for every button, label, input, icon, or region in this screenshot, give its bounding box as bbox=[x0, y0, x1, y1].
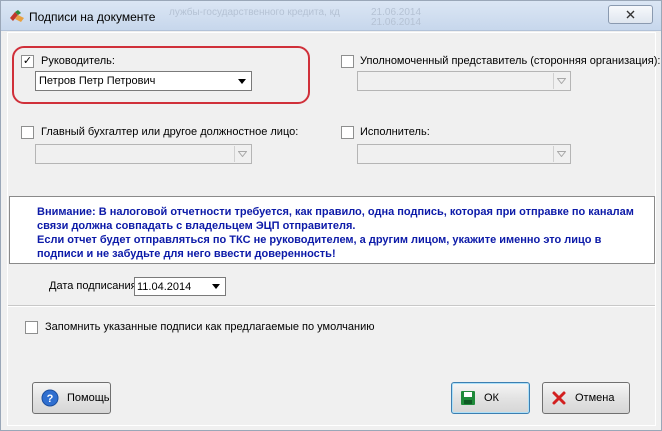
chevron-down-icon[interactable] bbox=[208, 279, 224, 294]
accountant-label: Главный бухгалтер или другое должностное… bbox=[41, 126, 299, 138]
background-window-text: лужбы-государственного кредита, кд bbox=[169, 7, 340, 18]
divider bbox=[8, 305, 655, 307]
ok-button[interactable]: ОК bbox=[451, 382, 530, 414]
executor-select[interactable] bbox=[357, 144, 571, 164]
warning-line: Если отчет будет отправляться по ТКС не … bbox=[37, 234, 602, 246]
executor-label: Исполнитель: bbox=[360, 126, 430, 138]
cancel-button-label: Отмена bbox=[575, 392, 615, 404]
signing-date-picker[interactable]: 11.04.2014 bbox=[134, 277, 226, 296]
chevron-down-icon[interactable] bbox=[234, 73, 250, 89]
background-window-text: 21.06.2014 bbox=[371, 17, 422, 28]
dialog-content: ✓ Руководитель: Петров Петр Петрович Упо… bbox=[7, 32, 660, 426]
ok-button-label: ОК bbox=[484, 392, 499, 404]
signatures-dialog: Подписи на документе лужбы-государственн… bbox=[0, 0, 662, 431]
title-bar[interactable]: Подписи на документе лужбы-государственн… bbox=[1, 1, 661, 31]
executor-checkbox[interactable] bbox=[341, 126, 354, 139]
close-icon bbox=[626, 10, 635, 19]
x-icon bbox=[552, 391, 566, 405]
representative-label: Уполномоченный представитель (сторонняя … bbox=[360, 55, 661, 67]
help-button[interactable]: ? Помощь bbox=[32, 382, 111, 414]
representative-checkbox[interactable] bbox=[341, 55, 354, 68]
remember-checkbox[interactable] bbox=[25, 321, 38, 334]
head-select-value: Петров Петр Петрович bbox=[39, 75, 156, 87]
head-checkbox[interactable]: ✓ bbox=[21, 55, 34, 68]
warning-line: подписи и не забудьте для него ввести до… bbox=[37, 248, 336, 260]
warning-line: связи должна совпадать с владельцем ЭЦП … bbox=[37, 220, 356, 232]
chevron-down-icon bbox=[234, 146, 250, 162]
help-icon: ? bbox=[41, 389, 59, 407]
warning-line: Внимание: В налоговой отчетности требует… bbox=[37, 206, 634, 218]
save-disk-icon bbox=[461, 391, 475, 405]
window-title: Подписи на документе bbox=[29, 10, 156, 24]
accountant-checkbox[interactable] bbox=[21, 126, 34, 139]
svg-text:?: ? bbox=[47, 393, 54, 405]
help-button-label: Помощь bbox=[67, 392, 110, 404]
chevron-down-icon bbox=[553, 73, 569, 89]
accountant-select[interactable] bbox=[35, 144, 252, 164]
signing-date-value: 11.04.2014 bbox=[137, 281, 192, 293]
signature-pen-icon bbox=[10, 10, 24, 22]
signing-date-label: Дата подписания: bbox=[49, 280, 140, 292]
representative-select[interactable] bbox=[357, 71, 571, 91]
close-button[interactable] bbox=[608, 5, 653, 24]
head-label: Руководитель: bbox=[41, 55, 115, 67]
remember-label: Запомнить указанные подписи как предлага… bbox=[45, 321, 375, 333]
warning-message: Внимание: В налоговой отчетности требует… bbox=[9, 196, 655, 264]
cancel-button[interactable]: Отмена bbox=[542, 382, 630, 414]
chevron-down-icon bbox=[553, 146, 569, 162]
head-select[interactable]: Петров Петр Петрович bbox=[35, 71, 252, 91]
